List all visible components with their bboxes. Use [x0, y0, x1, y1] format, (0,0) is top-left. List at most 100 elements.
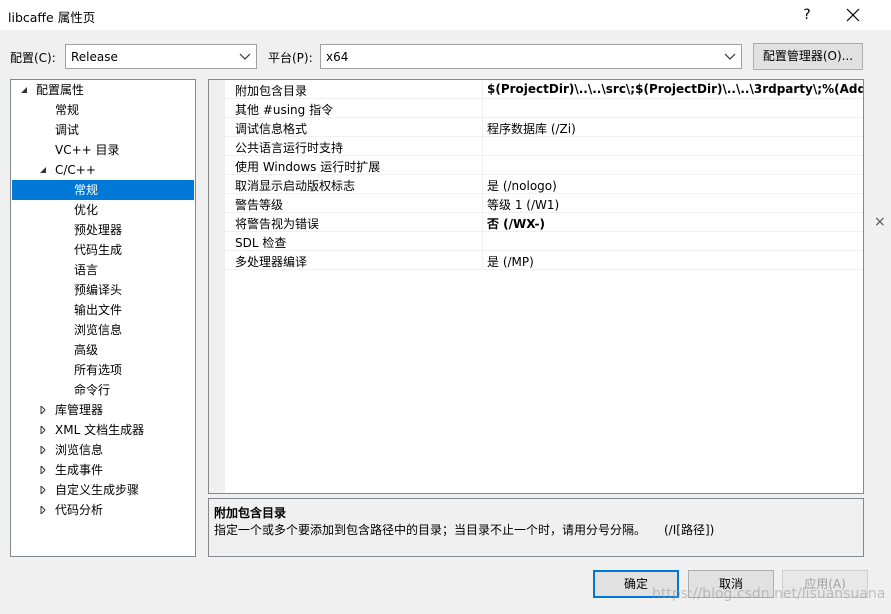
- column-divider: [482, 194, 483, 213]
- chevron-down-icon: [239, 53, 251, 60]
- property-row[interactable]: 使用 Windows 运行时扩展: [225, 156, 863, 175]
- property-row[interactable]: 公共语言运行时支持: [225, 137, 863, 156]
- platform-value: x64: [326, 50, 349, 64]
- tree-item[interactable]: 代码生成: [12, 240, 194, 260]
- tree-item-label: 代码分析: [55, 503, 104, 517]
- tree-item[interactable]: 优化: [12, 200, 194, 220]
- property-name: 将警告视为错误: [235, 217, 320, 231]
- tree-item-label: C/C++: [55, 163, 96, 177]
- config-value: Release: [71, 50, 118, 64]
- column-divider: [482, 213, 483, 232]
- tree-item-label: 高级: [74, 343, 99, 357]
- column-divider: [482, 251, 483, 270]
- grid-margin: [209, 80, 225, 493]
- platform-label: 平台(P):: [268, 51, 313, 65]
- tree-item-label: 自定义生成步骤: [55, 483, 140, 497]
- property-name: 附加包含目录: [235, 84, 308, 98]
- property-name: 取消显示启动版权标志: [235, 179, 356, 193]
- tree-item-label: 所有选项: [74, 363, 123, 377]
- property-value[interactable]: $(ProjectDir)\..\..\src\;$(ProjectDir)\.…: [487, 82, 863, 96]
- tree-item[interactable]: 常规: [12, 100, 194, 120]
- column-divider: [482, 99, 483, 118]
- property-value[interactable]: 程序数据库 (/Zi): [487, 120, 576, 137]
- property-row[interactable]: 多处理器编译 是 (/MP): [225, 251, 863, 270]
- property-value[interactable]: 否 (/WX-): [487, 215, 545, 232]
- tree-item[interactable]: 语言: [12, 260, 194, 280]
- chevron-down-icon: [724, 53, 736, 60]
- column-divider: [482, 118, 483, 137]
- tree-item[interactable]: 预处理器: [12, 220, 194, 240]
- tree-item-label: 调试: [55, 123, 80, 137]
- tree-item-label: 优化: [74, 203, 99, 217]
- property-row[interactable]: 警告等级 等级 1 (/W1): [225, 194, 863, 213]
- tree-item-label: 配置属性: [36, 83, 85, 97]
- tree-item[interactable]: 浏览信息: [12, 440, 194, 460]
- property-name: SDL 检查: [235, 236, 287, 250]
- property-row[interactable]: SDL 检查: [225, 232, 863, 251]
- config-manager-button[interactable]: 配置管理器(O)...: [753, 43, 863, 70]
- property-value[interactable]: 等级 1 (/W1): [487, 196, 559, 213]
- tree-item-label: 输出文件: [74, 303, 123, 317]
- expanded-arrow-icon[interactable]: [20, 80, 30, 100]
- tree-item[interactable]: C/C++: [12, 160, 194, 180]
- collapsed-arrow-icon[interactable]: [39, 480, 49, 500]
- title-bar: libcaffe 属性页 ?: [0, 0, 891, 30]
- tree-item-label: 代码生成: [74, 243, 123, 257]
- tree-item[interactable]: VC++ 目录: [12, 140, 194, 160]
- tree-item[interactable]: 配置属性: [12, 80, 194, 100]
- description-pane: 附加包含目录 指定一个或多个要添加到包含路径中的目录；当目录不止一个时，请用分号…: [208, 498, 864, 557]
- config-select[interactable]: Release: [65, 44, 257, 69]
- tree-item[interactable]: 自定义生成步骤: [12, 480, 194, 500]
- tree-item[interactable]: XML 文档生成器: [12, 420, 194, 440]
- expanded-arrow-icon[interactable]: [39, 160, 49, 180]
- property-value[interactable]: 是 (/MP): [487, 253, 534, 270]
- tree-item-label: 语言: [74, 263, 99, 277]
- config-label: 配置(C):: [10, 51, 56, 65]
- tree-item[interactable]: 生成事件: [12, 460, 194, 480]
- column-divider: [482, 80, 483, 99]
- help-button[interactable]: ?: [796, 4, 818, 26]
- tree-item[interactable]: 所有选项: [12, 360, 194, 380]
- collapsed-arrow-icon[interactable]: [39, 500, 49, 520]
- tree-item-label: XML 文档生成器: [55, 423, 145, 437]
- tree-item[interactable]: 常规: [12, 180, 194, 200]
- tree-item-label: 浏览信息: [55, 443, 104, 457]
- tree-item[interactable]: 浏览信息: [12, 320, 194, 340]
- column-divider: [482, 232, 483, 251]
- tree-item-label: 预处理器: [74, 223, 123, 237]
- platform-select[interactable]: x64: [320, 44, 742, 69]
- close-button[interactable]: [842, 4, 864, 26]
- tree-item[interactable]: 输出文件: [12, 300, 194, 320]
- tree-item[interactable]: 高级: [12, 340, 194, 360]
- property-row[interactable]: 附加包含目录 $(ProjectDir)\..\..\src\;$(Project…: [225, 80, 863, 99]
- property-grid[interactable]: 附加包含目录 $(ProjectDir)\..\..\src\;$(Project…: [208, 79, 864, 494]
- collapsed-arrow-icon[interactable]: [39, 400, 49, 420]
- column-divider: [482, 175, 483, 194]
- property-row[interactable]: 将警告视为错误 否 (/WX-): [225, 213, 863, 232]
- tree-item[interactable]: 命令行: [12, 380, 194, 400]
- property-row[interactable]: 调试信息格式 程序数据库 (/Zi): [225, 118, 863, 137]
- collapsed-arrow-icon[interactable]: [39, 420, 49, 440]
- property-row[interactable]: 其他 #using 指令: [225, 99, 863, 118]
- property-row[interactable]: 取消显示启动版权标志 是 (/nologo): [225, 175, 863, 194]
- tree-item-label: 浏览信息: [74, 323, 123, 337]
- close-icon: [846, 8, 860, 22]
- tree-item-label: VC++ 目录: [55, 143, 120, 157]
- description-title: 附加包含目录: [214, 506, 287, 520]
- edge-close-glyph: ×: [874, 214, 886, 230]
- property-name: 警告等级: [235, 198, 284, 212]
- column-divider: [482, 156, 483, 175]
- collapsed-arrow-icon[interactable]: [39, 460, 49, 480]
- tree-item[interactable]: 代码分析: [12, 500, 194, 520]
- watermark: https://blog.csdn.net/lisuansuana: [652, 586, 886, 602]
- collapsed-arrow-icon[interactable]: [39, 440, 49, 460]
- tree-item[interactable]: 库管理器: [12, 400, 194, 420]
- tree-item[interactable]: 调试: [12, 120, 194, 140]
- property-tree[interactable]: 配置属性 常规 调试 VC++ 目录 C/C++ 常规 优化 预处理器 代码生成 语言 预编译头 输出…: [10, 79, 196, 557]
- tree-item[interactable]: 预编译头: [12, 280, 194, 300]
- property-value[interactable]: 是 (/nologo): [487, 177, 557, 194]
- window-title: libcaffe 属性页: [8, 10, 96, 25]
- tree-item-label: 命令行: [74, 383, 111, 397]
- property-name: 使用 Windows 运行时扩展: [235, 160, 381, 174]
- tree-item-label: 预编译头: [74, 283, 123, 297]
